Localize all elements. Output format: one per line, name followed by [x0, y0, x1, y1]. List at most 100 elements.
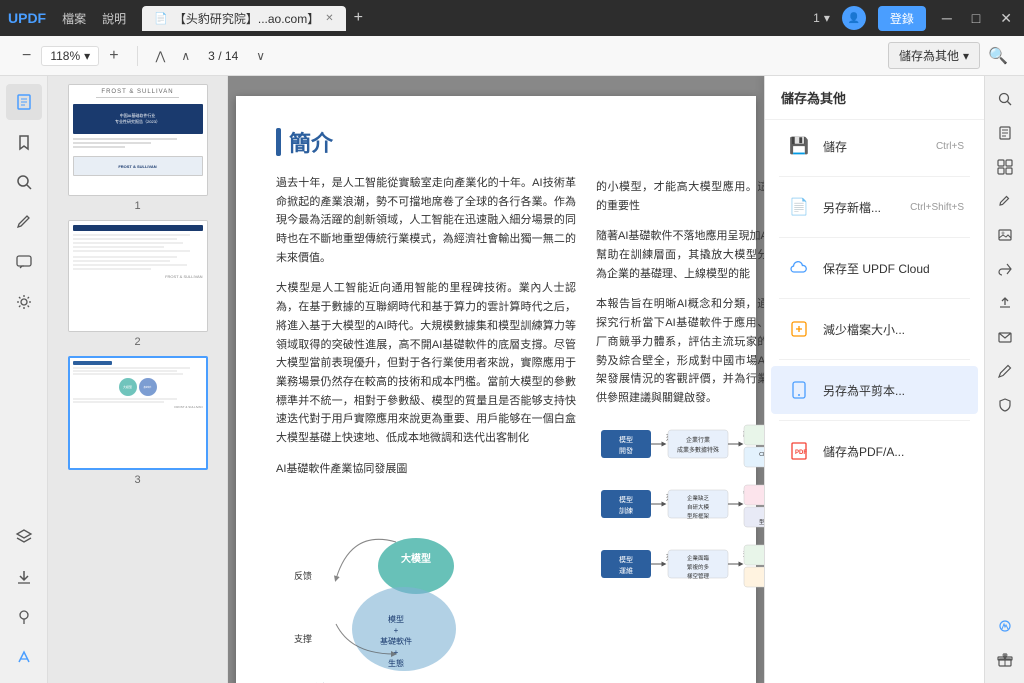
nav-next-button[interactable]: ∨: [250, 47, 271, 65]
sidebar-icon-annotate[interactable]: [6, 204, 42, 240]
right-flow-diagram: 模型 開發 落地 企業行業 成業多數據特殊 調整: [596, 420, 764, 683]
nav-first-button[interactable]: ⋀: [150, 47, 172, 65]
login-button[interactable]: 登錄: [878, 6, 926, 31]
page-section-title: 簡介: [276, 126, 576, 158]
thumb2-l6: [73, 256, 177, 258]
zoom-in-button[interactable]: +: [103, 45, 124, 67]
save-new-label: 另存新檔...: [823, 199, 900, 216]
right-icon-email[interactable]: [990, 322, 1020, 352]
zoom-controls: − 118% ▾ +: [16, 45, 125, 67]
right-icon-image[interactable]: [990, 220, 1020, 250]
right-box2-1: [744, 485, 764, 505]
sep1: [779, 176, 970, 177]
save-item-pdf[interactable]: PDF 儲存為PDF/A...: [771, 427, 978, 475]
tablet-icon: [785, 376, 813, 404]
save-item-new[interactable]: 📄 另存新檔... Ctrl+Shift+S: [771, 183, 978, 231]
zoom-level-display[interactable]: 118% ▾: [41, 46, 99, 66]
right-icon-edit[interactable]: [990, 356, 1020, 386]
page-content: 簡介 過去十年，是人工智能從實驗室走向產業化的十年。AI技術革命掀起的產業浪潮，…: [276, 126, 716, 683]
right-para-3: 本報告旨在明晰AI概念和分類，通過鏈的梳理探究行析當下AI基礎軟件于應用、產品及…: [596, 295, 764, 407]
save-as-button[interactable]: 儲存為其他 ▾: [888, 42, 980, 69]
nav-prev-button[interactable]: ∧: [175, 47, 196, 65]
menu-help[interactable]: 說明: [102, 10, 126, 27]
ecosystem-label: 生態: [388, 658, 404, 668]
thumb1-line3: [73, 146, 125, 148]
sep3: [779, 298, 970, 299]
sidebar-icon-pin[interactable]: [6, 599, 42, 635]
pdf-label: 儲存為PDF/A...: [823, 443, 964, 460]
close-button[interactable]: ✕: [996, 8, 1016, 29]
left-column: 簡介 過去十年，是人工智能從實驗室走向產業化的十年。AI技術革命掀起的產業浪潮，…: [276, 126, 576, 683]
tab-close-button[interactable]: ✕: [325, 13, 333, 24]
thumb-num-1: 1: [134, 200, 140, 212]
document-viewer[interactable]: 簡介 過去十年，是人工智能從實驗室走向產業化的十年。AI技術革命掀起的產業浪潮，…: [228, 76, 764, 683]
sidebar-icon-comment[interactable]: [6, 244, 42, 280]
save-item-save[interactable]: 💾 儲存 Ctrl+S: [771, 122, 978, 170]
paragraph-2: 大模型是人工智能近向通用智能的里程碑技術。業內人士認為，在基于數據的互聯網時代和…: [276, 279, 576, 447]
save-shortcut: Ctrl+S: [936, 141, 964, 152]
titlebar-right: 1 ▾ 👤 登錄 ─ □ ✕: [813, 6, 1016, 31]
diagram-label: AI基礎軟件產業協同發展圖: [276, 460, 576, 479]
thumb1-line1: [73, 138, 177, 140]
sep5: [779, 420, 970, 421]
right-icon-share[interactable]: [990, 254, 1020, 284]
frost-divider: [96, 97, 179, 98]
thumb1-line2: [73, 142, 151, 144]
save-item-tablet[interactable]: 另存為平剪本...: [771, 366, 978, 414]
document-page: 簡介 過去十年，是人工智能從實驗室走向產業化的十年。AI技術革命掀起的產業浪潮，…: [236, 96, 756, 683]
sidebar-icon-layers[interactable]: [6, 519, 42, 555]
page-count-dropdown-icon[interactable]: ▾: [824, 11, 830, 25]
thumb1-logo-area: FROST & SULLIVAN: [73, 156, 203, 176]
thumbnail-2[interactable]: FROST & SULLIVAN 2: [56, 220, 219, 348]
mt-t2: 訓練: [619, 506, 633, 515]
thumb-page-1[interactable]: FROST & SULLIVAN 中国AI基础软件行业专业性研究报告（2023）…: [68, 84, 208, 196]
tab-bar: 📄 【头豹研究院】...ao.com】 ✕ +: [142, 5, 805, 31]
reduce-label: 減少檔案大小...: [823, 321, 964, 338]
sep2: [779, 237, 970, 238]
thumb-content-3: 大模型 基础软件 FROST & SULLIVAN: [70, 358, 206, 468]
search-toolbar-icon[interactable]: 🔍: [988, 46, 1008, 66]
ai-diagram: 反馈 支撑 大模型 模型 + 基礎軟件 + 生態: [276, 494, 576, 683]
tab-label: 【头豹研究院】...ao.com】: [174, 10, 319, 27]
menu-file[interactable]: 檔案: [62, 10, 86, 27]
sidebar-icon-pages[interactable]: [6, 84, 42, 120]
right-icon-upload[interactable]: [990, 288, 1020, 318]
right-icon-gift[interactable]: [990, 645, 1020, 675]
thumbnail-3[interactable]: 大模型 基础软件 FROST & SULLIVAN 3: [56, 356, 219, 486]
active-tab[interactable]: 📄 【头豹研究院】...ao.com】 ✕: [142, 6, 345, 31]
save-item-cloud[interactable]: 保存至 UPDF Cloud: [771, 244, 978, 292]
model-dev-t2: 開發: [619, 446, 633, 455]
ent3-t3: 樣空管理: [687, 572, 710, 580]
maximize-button[interactable]: □: [968, 8, 984, 28]
right-icon-search[interactable]: [990, 84, 1020, 114]
window-controls: ─ □ ✕: [938, 8, 1016, 29]
sidebar-icon-ai[interactable]: [6, 639, 42, 675]
tab-add-button[interactable]: +: [346, 5, 371, 31]
paragraph-1: 過去十年，是人工智能從實驗室走向產業化的十年。AI技術革命掀起的產業浪潮，勢不可…: [276, 174, 576, 267]
sidebar-icon-settings[interactable]: [6, 284, 42, 320]
right-icon-ocr[interactable]: [990, 152, 1020, 182]
sidebar-icon-search[interactable]: [6, 164, 42, 200]
thumb3-footer: FROST & SULLIVAN: [73, 405, 203, 409]
right-diagram: 模型 開發 落地 企業行業 成業多數據特殊 調整: [596, 420, 764, 683]
thumb3-circle2: 基础软件: [139, 378, 157, 396]
sidebar-icon-bookmark[interactable]: [6, 124, 42, 160]
right-icon-document[interactable]: [990, 118, 1020, 148]
save-new-shortcut: Ctrl+Shift+S: [910, 202, 964, 213]
right-para-2: 隨著AI基礎軟件不落地應用呈現加AI基礎軟件可幫助在訓練層面，其撬放大模型分布式…: [596, 227, 764, 283]
zoom-out-button[interactable]: −: [16, 45, 37, 67]
thumb-page-2[interactable]: FROST & SULLIVAN: [68, 220, 208, 332]
right-icon-ai[interactable]: [990, 611, 1020, 641]
right-icon-annotate[interactable]: [990, 186, 1020, 216]
minimize-button[interactable]: ─: [938, 8, 956, 28]
save-icon: 💾: [785, 132, 813, 160]
reduce-icon: [785, 315, 813, 343]
right-icon-security[interactable]: [990, 390, 1020, 420]
thumb3-diagram: 大模型 基础软件: [73, 378, 203, 396]
save-item-reduce[interactable]: 減少檔案大小...: [771, 305, 978, 353]
thumb-page-3[interactable]: 大模型 基础软件 FROST & SULLIVAN: [68, 356, 208, 470]
svg-text:+: +: [394, 626, 399, 635]
thumbnail-1[interactable]: FROST & SULLIVAN 中国AI基础软件行业专业性研究报告（2023）…: [56, 84, 219, 212]
thumb2-l9: [73, 268, 151, 270]
sidebar-icon-download[interactable]: [6, 559, 42, 595]
